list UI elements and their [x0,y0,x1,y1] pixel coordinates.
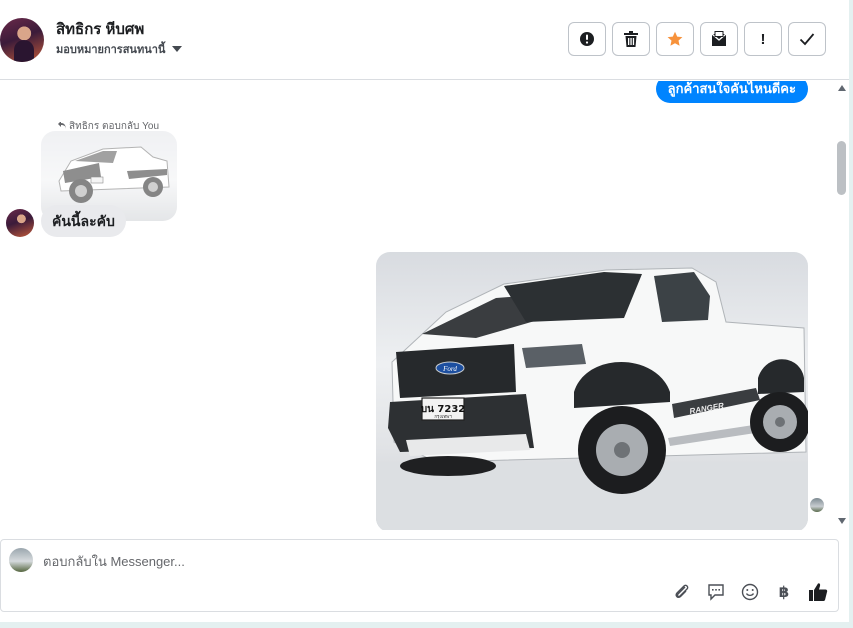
alert-circle-icon [580,32,594,46]
thread-scrollbar[interactable] [837,81,847,530]
page-avatar [9,548,33,572]
thumbs-up-icon [809,583,828,601]
like-button[interactable] [808,582,828,602]
seen-indicator-avatar [810,498,824,512]
mark-unread-button[interactable] [700,22,738,56]
payment-button[interactable]: ฿ [774,582,794,602]
saved-replies-button[interactable] [706,582,726,602]
reply-input[interactable] [43,551,743,571]
trash-icon [624,31,638,47]
emoji-button[interactable] [740,582,760,602]
scroll-down-arrow-icon[interactable] [838,518,846,524]
sender-avatar[interactable] [6,209,34,237]
attach-button[interactable] [672,582,692,602]
reply-arrow-icon [58,122,66,130]
bottom-strip [0,622,853,628]
message-composer: ฿ [0,539,839,612]
contact-avatar[interactable] [0,18,44,62]
outgoing-message[interactable]: ลูกค้าสนใจคันไหนดีคะ [655,81,808,103]
envelope-icon [711,31,727,46]
exclamation-icon: ! [760,30,766,48]
saved-replies-icon [708,584,724,601]
important-button[interactable]: ! [744,22,782,56]
shared-car-photo[interactable]: Ford บน 7232 กรุงเทพฯ RANGER [376,252,808,530]
right-edge [849,0,853,628]
contact-name[interactable]: สิทธิกร หีบศพ [56,17,144,41]
incoming-message[interactable]: คันนี้ละคับ [41,205,126,237]
composer-tools: ฿ [672,582,828,602]
assign-conversation-dropdown[interactable]: มอบหมายการสนทนานี้ [56,40,183,58]
star-icon [667,31,683,46]
license-plate-province: กรุงเทพฯ [434,414,452,420]
delete-button[interactable] [612,22,650,56]
message-thread[interactable]: ลูกค้าสนใจคันไหนดีคะ สิทธิกร ตอบกลับ You… [0,81,853,530]
report-button[interactable] [568,22,606,56]
baht-icon: ฿ [778,584,790,601]
conversation-header: สิทธิกร หีบศพ มอบหมายการสนทนานี้ ! [0,0,853,80]
check-icon [799,33,815,46]
caret-down-icon [172,46,183,52]
done-button[interactable] [788,22,826,56]
license-plate: บน 7232 [421,404,466,415]
ford-ranger-photo: Ford บน 7232 กรุงเทพฯ RANGER [376,267,808,530]
header-actions: ! [568,22,826,56]
star-button[interactable] [656,22,694,56]
emoji-icon [741,583,759,601]
ford-badge: Ford [442,365,457,373]
scroll-up-arrow-icon[interactable] [838,85,846,91]
attachment-icon [675,584,689,599]
scroll-thumb[interactable] [837,141,846,195]
assign-label: มอบหมายการสนทนานี้ [56,44,166,56]
